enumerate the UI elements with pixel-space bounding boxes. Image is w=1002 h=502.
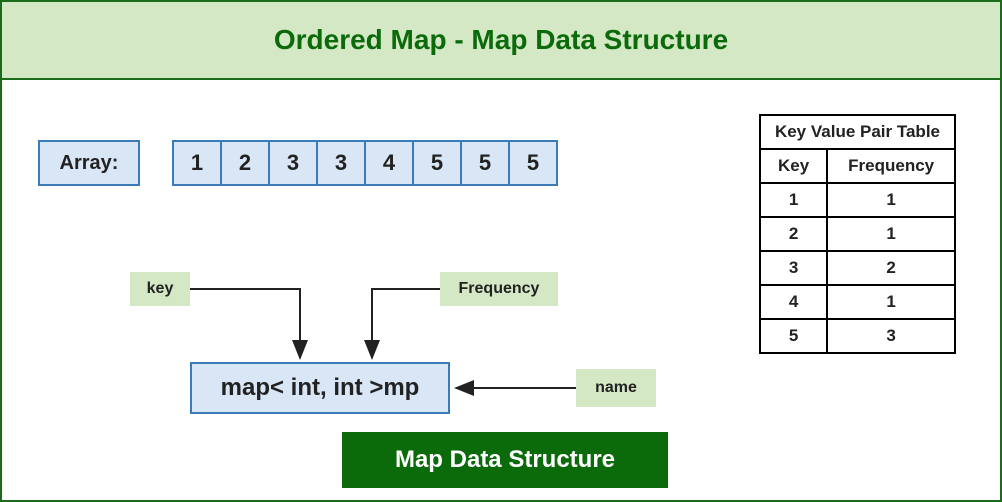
map-declaration: map< int, int >mp bbox=[190, 362, 450, 414]
table-cell-key: 5 bbox=[760, 319, 827, 353]
array-cell: 2 bbox=[220, 140, 270, 186]
table-cell-freq: 1 bbox=[827, 217, 955, 251]
array-label: Array: bbox=[38, 140, 140, 186]
array-cell: 3 bbox=[316, 140, 366, 186]
table-row: 1 1 bbox=[760, 183, 955, 217]
content-area: Array: 1 2 3 3 4 5 5 5 key Frequency nam… bbox=[2, 80, 1000, 500]
table-title: Key Value Pair Table bbox=[760, 115, 955, 149]
array-cell: 5 bbox=[508, 140, 558, 186]
table-cell-key: 3 bbox=[760, 251, 827, 285]
table-cell-freq: 3 bbox=[827, 319, 955, 353]
diagram-frame: Ordered Map - Map Data Structure Array: … bbox=[0, 0, 1002, 502]
table-cell-freq: 1 bbox=[827, 285, 955, 319]
array-cell: 3 bbox=[268, 140, 318, 186]
table-row: 3 2 bbox=[760, 251, 955, 285]
tag-frequency: Frequency bbox=[440, 272, 558, 306]
tag-key: key bbox=[130, 272, 190, 306]
table-header-key: Key bbox=[760, 149, 827, 183]
page-title: Ordered Map - Map Data Structure bbox=[274, 24, 728, 56]
array-cell: 4 bbox=[364, 140, 414, 186]
array-cell: 5 bbox=[412, 140, 462, 186]
footer-label: Map Data Structure bbox=[342, 432, 668, 488]
array-cell: 5 bbox=[460, 140, 510, 186]
array-cell: 1 bbox=[172, 140, 222, 186]
table-cell-freq: 2 bbox=[827, 251, 955, 285]
table-row: 2 1 bbox=[760, 217, 955, 251]
header-bar: Ordered Map - Map Data Structure bbox=[2, 2, 1000, 80]
tag-name: name bbox=[576, 369, 656, 407]
table-row: 4 1 bbox=[760, 285, 955, 319]
key-value-table: Key Value Pair Table Key Frequency 1 1 2… bbox=[759, 114, 956, 354]
table-cell-key: 1 bbox=[760, 183, 827, 217]
table-cell-key: 2 bbox=[760, 217, 827, 251]
table-cell-key: 4 bbox=[760, 285, 827, 319]
table-header-freq: Frequency bbox=[827, 149, 955, 183]
array-cells: 1 2 3 3 4 5 5 5 bbox=[172, 140, 558, 186]
table-row: 5 3 bbox=[760, 319, 955, 353]
table-cell-freq: 1 bbox=[827, 183, 955, 217]
